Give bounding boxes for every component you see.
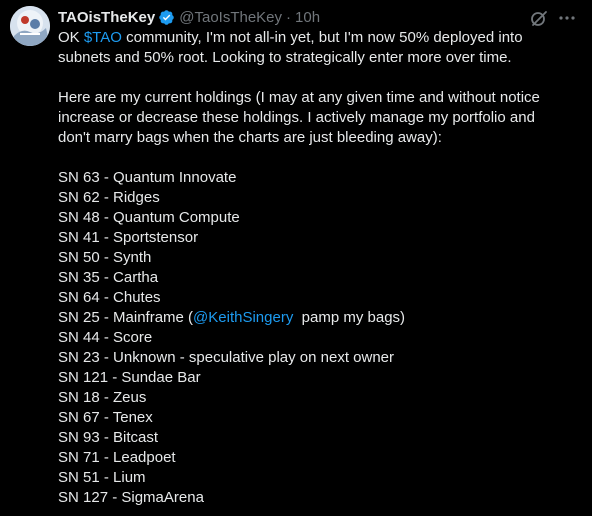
mention-link[interactable]: @KeithSingery: [193, 309, 293, 326]
handle[interactable]: @TaoIsTheKey: [179, 9, 282, 26]
verified-badge-icon[interactable]: [158, 9, 175, 26]
holding-item: SN 41 - Sportstensor: [58, 229, 199, 246]
tweet-text: OK $TAO community, I'm not all-in yet, b…: [58, 28, 578, 508]
holding-item: SN 50 - Synth: [58, 249, 152, 266]
holding-item: SN 51 - Lium: [58, 469, 146, 486]
holding-item: SN 48 - Quantum Compute: [58, 209, 240, 226]
text-line: OK $TAO community, I'm not all-in yet, b…: [58, 28, 578, 48]
tweet: TAOisTheKey @TaoIsTheKey · 10h OK $TAO c…: [0, 0, 592, 516]
grok-icon[interactable]: [529, 8, 549, 28]
holding-item: SN 62 - Ridges: [58, 189, 160, 206]
avatar-image: [10, 6, 50, 46]
tweet-header: TAOisTheKey @TaoIsTheKey · 10h: [58, 7, 320, 27]
text-segment: OK: [58, 29, 84, 46]
avatar[interactable]: [10, 6, 50, 46]
holding-item: SN 23 - Unknown - speculative play on ne…: [58, 349, 395, 366]
more-horizontal-icon[interactable]: [557, 8, 577, 28]
separator-dot: ·: [286, 8, 292, 26]
holding-item: SN 93 - Bitcast: [58, 429, 159, 446]
holding-item: SN 63 - Quantum Innovate: [58, 169, 237, 186]
holding-item: SN 127 - SigmaArena: [58, 489, 204, 506]
text-segment: community, I'm not all-in yet, but I'm n…: [121, 29, 523, 46]
text-line: increase or decrease these holdings. I a…: [58, 109, 535, 126]
holding-item: SN 18 - Zeus: [58, 389, 147, 406]
text-line: don't marry bags when the charts are jus…: [58, 129, 442, 146]
cashtag-link[interactable]: $TAO: [84, 29, 122, 46]
holding-item: SN 64 - Chutes: [58, 289, 161, 306]
text-segment: pamp my bags): [293, 309, 406, 326]
text-line: subnets and 50% root. Looking to strateg…: [58, 49, 512, 66]
holding-item: SN 25 - Mainframe (@KeithSingery pamp my…: [58, 308, 578, 328]
holding-item: SN 35 - Cartha: [58, 269, 159, 286]
holding-item: SN 44 - Score: [58, 329, 153, 346]
timestamp[interactable]: 10h: [295, 9, 320, 26]
text-line: Here are my current holdings (I may at a…: [58, 89, 540, 106]
display-name[interactable]: TAOisTheKey: [58, 9, 155, 26]
holding-item: SN 71 - Leadpoet: [58, 449, 176, 466]
text-segment: SN 25 - Mainframe (: [58, 309, 194, 326]
holding-item: SN 121 - Sundae Bar: [58, 369, 201, 386]
holding-item: SN 67 - Tenex: [58, 409, 153, 426]
